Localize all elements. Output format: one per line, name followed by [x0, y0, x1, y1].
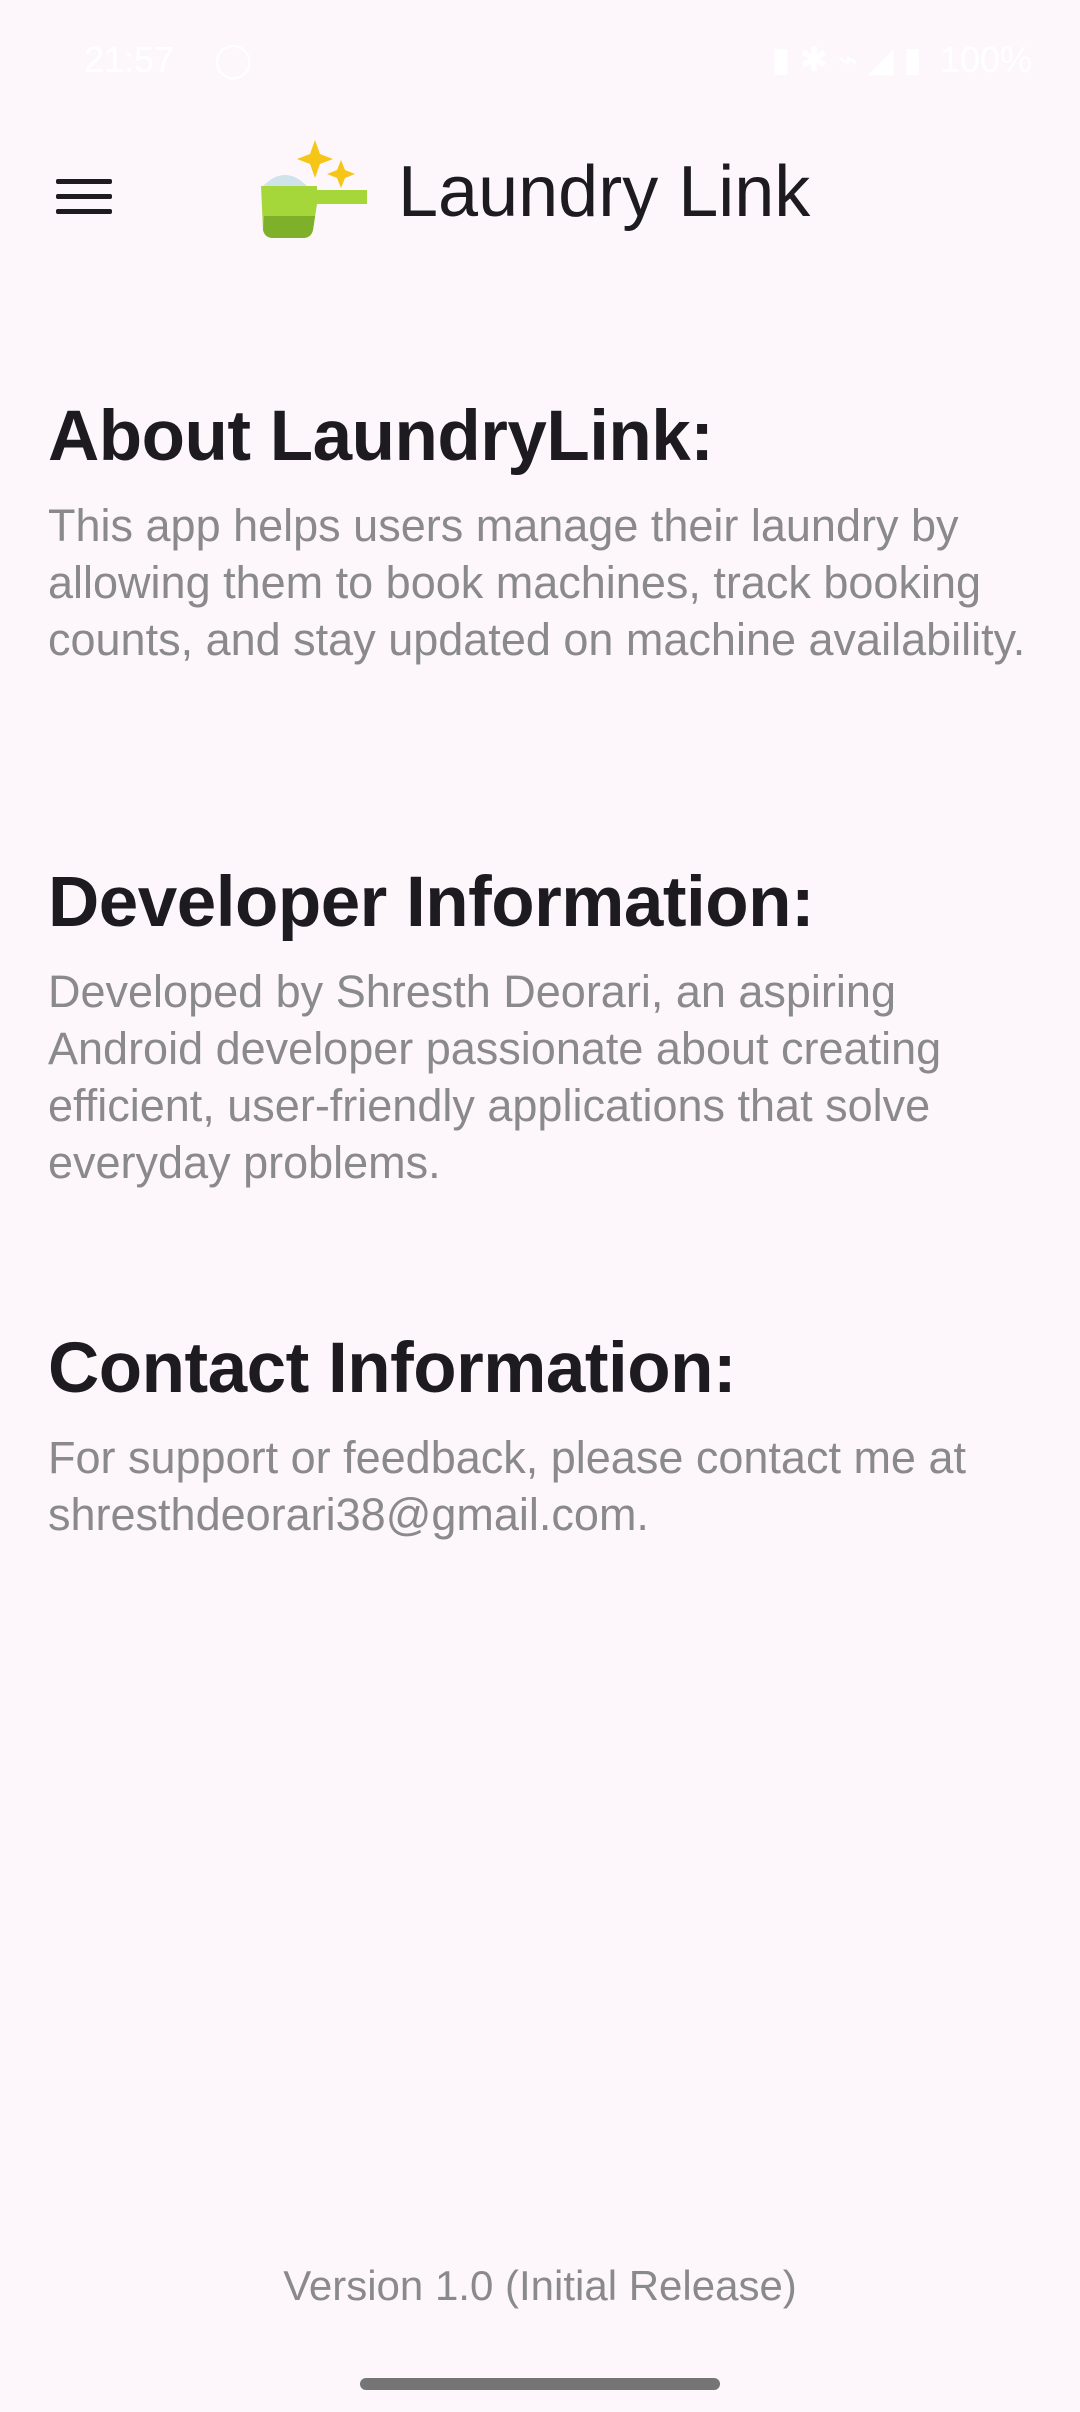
battery-level: 100% [939, 39, 1032, 80]
developer-section: Developer Information: Developed by Shre… [48, 861, 1038, 1191]
whatsapp-icon: ◯ [214, 41, 253, 79]
developer-body: Developed by Shresth Deorari, an aspirin… [48, 966, 942, 1188]
contact-section: Contact Information: For support or feed… [48, 1327, 1038, 1543]
status-right: ▮ ✱ ⌁ ◢ ▮ 100% [772, 39, 1032, 81]
app-title: Laundry Link [398, 152, 811, 232]
menu-icon[interactable] [46, 158, 122, 234]
status-time: 21:57 [84, 39, 175, 80]
app-bar: Laundry Link [0, 120, 1080, 266]
contact-heading: Contact Information: [48, 1329, 737, 1408]
version-label: Version 1.0 (Initial Release) [283, 2262, 797, 2309]
about-section: About LaundryLink: This app helps users … [48, 395, 1038, 668]
contact-body: For support or feedback, please contact … [48, 1432, 966, 1540]
laundry-scoop-sparkle-icon [261, 140, 367, 238]
developer-heading: Developer Information: [48, 863, 815, 942]
home-indicator[interactable] [360, 2378, 720, 2390]
about-heading: About LaundryLink: [48, 397, 714, 476]
status-left: 21:57 ◯ [84, 39, 252, 81]
about-body: This app helps users manage their laundr… [48, 500, 1026, 665]
about-screen: 21:57 ◯ ▮ ✱ ⌁ ◢ ▮ 100% Laundry Link Abou… [0, 0, 1080, 2412]
status-indicator-icons: ▮ ✱ ⌁ ◢ ▮ [771, 41, 922, 79]
status-bar: 21:57 ◯ ▮ ✱ ⌁ ◢ ▮ 100% [0, 0, 1080, 120]
